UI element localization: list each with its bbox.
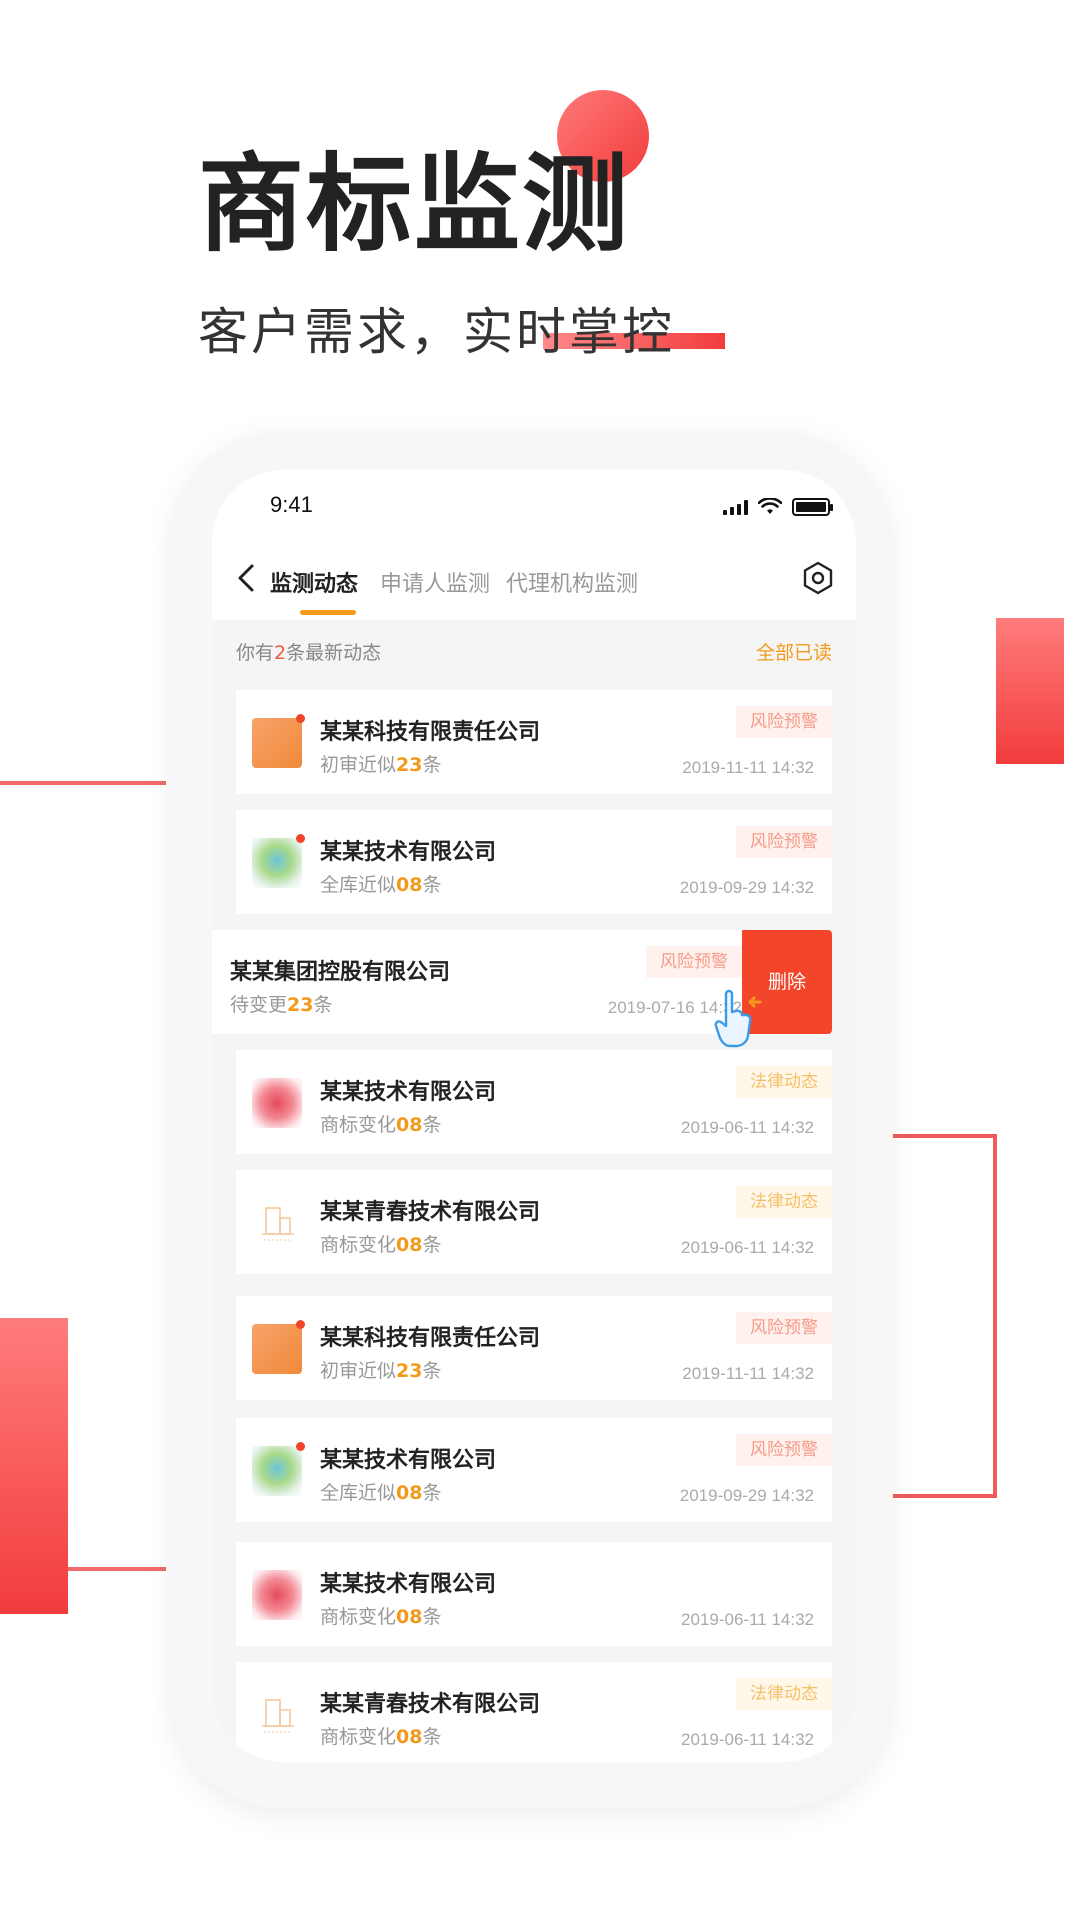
tab-applicant-monitor[interactable]: 申请人监测 (380, 566, 490, 598)
decorative-line (0, 781, 166, 785)
list-item[interactable]: 某某技术有限公司 全库近似08条 风险预警 2019-09-29 14:32 (236, 1418, 832, 1522)
company-name: 某某科技有限责任公司 (320, 1326, 541, 1351)
chevron-left-icon[interactable] (226, 558, 266, 598)
signal-icon (723, 499, 748, 515)
list-item[interactable]: 某某青春技术有限公司 商标变化08条 法律动态 2019-06-11 14:32 (236, 1170, 832, 1274)
list-item[interactable]: 某某技术有限公司 全库近似08条 风险预警 2019-09-29 14:32 (236, 810, 832, 914)
timestamp: 2019-09-29 14:32 (679, 1486, 814, 1505)
nav-bar: 监测动态 申请人监测 代理机构监测 (212, 540, 856, 620)
item-summary: 初审近似23条 (320, 754, 442, 776)
timestamp: 2019-06-11 14:32 (681, 1730, 814, 1749)
risk-tag: 风险预警 (736, 826, 832, 858)
company-logo (252, 1324, 302, 1374)
list-item[interactable]: 某某科技有限责任公司 初审近似23条 风险预警 2019-11-11 14:32 (236, 1296, 832, 1400)
company-logo (252, 718, 302, 768)
list-item-swiped[interactable]: 某某集团控股有限公司 待变更23条 风险预警 2019-07-16 14:32 … (212, 930, 832, 1048)
building-icon (252, 1690, 302, 1740)
hexagon-settings-icon[interactable] (798, 558, 838, 598)
risk-tag: 风险预警 (736, 1434, 832, 1466)
item-summary: 商标变化08条 (320, 1606, 442, 1628)
timestamp: 2019-06-11 14:32 (681, 1238, 814, 1257)
decorative-line (68, 1567, 166, 1571)
notice-bar: 你有2条最新动态 全部已读 (212, 620, 856, 678)
item-summary: 商标变化08条 (320, 1114, 442, 1136)
item-summary: 全库近似08条 (320, 874, 442, 896)
timestamp: 2019-09-29 14:32 (679, 878, 814, 897)
timestamp: 2019-11-11 14:32 (682, 758, 814, 777)
phone-screen: 9:41 监测动态 申请人监测 代理机构监测 你有2条最新动态 全部已读 某某科… (212, 470, 856, 1762)
company-name: 某某青春技术有限公司 (320, 1692, 541, 1717)
promo-title: 商标监测 (198, 143, 630, 266)
company-name: 某某技术有限公司 (320, 1572, 497, 1597)
decorative-bar (996, 618, 1064, 764)
law-tag: 法律动态 (736, 1678, 832, 1710)
company-logo (252, 1446, 302, 1496)
status-bar: 9:41 (212, 470, 856, 540)
promo-subtitle: 客户需求，实时掌控 (198, 303, 675, 361)
unread-dot (296, 1320, 305, 1329)
status-time: 9:41 (270, 492, 313, 517)
unread-dot (296, 714, 305, 723)
company-name: 某某集团控股有限公司 (230, 960, 451, 985)
item-summary: 商标变化08条 (320, 1726, 442, 1748)
law-tag: 法律动态 (736, 1066, 832, 1098)
list-item[interactable]: 某某青春技术有限公司 商标变化08条 法律动态 2019-06-11 14:32 (236, 1662, 832, 1762)
risk-tag: 风险预警 (736, 706, 832, 738)
list-item[interactable]: 某某技术有限公司 商标变化08条 法律动态 2019-06-11 14:32 (236, 1050, 832, 1154)
list-item[interactable]: 某某科技有限责任公司 初审近似23条 风险预警 2019-11-11 14:32 (236, 690, 832, 794)
company-logo (252, 838, 302, 888)
company-name: 某某科技有限责任公司 (320, 720, 541, 745)
battery-icon (792, 498, 833, 516)
company-logo (252, 1078, 302, 1128)
item-summary: 初审近似23条 (320, 1360, 442, 1382)
item-summary: 全库近似08条 (320, 1482, 442, 1504)
decorative-bar (0, 1318, 68, 1614)
risk-tag: 风险预警 (736, 1312, 832, 1344)
status-icons (723, 498, 833, 516)
decorative-bracket (893, 1134, 997, 1498)
mark-all-read-button[interactable]: 全部已读 (756, 638, 832, 665)
company-name: 某某青春技术有限公司 (320, 1200, 541, 1225)
law-tag: 法律动态 (736, 1186, 832, 1218)
item-summary: 待变更23条 (230, 994, 333, 1016)
notice-count: 2 (274, 642, 287, 664)
tab-monitor-updates[interactable]: 监测动态 (270, 566, 358, 598)
timestamp: 2019-06-11 14:32 (681, 1610, 814, 1629)
timestamp: 2019-06-11 14:32 (681, 1118, 814, 1137)
wifi-icon (758, 498, 782, 514)
item-summary: 商标变化08条 (320, 1234, 442, 1256)
unread-dot (296, 834, 305, 843)
tab-indicator (300, 610, 356, 615)
tab-agency-monitor[interactable]: 代理机构监测 (506, 566, 638, 598)
company-logo (252, 1570, 302, 1620)
building-icon (252, 1198, 302, 1248)
risk-tag: 风险预警 (646, 946, 742, 978)
company-name: 某某技术有限公司 (320, 1448, 497, 1473)
company-name: 某某技术有限公司 (320, 1080, 497, 1105)
timestamp: 2019-11-11 14:32 (682, 1364, 814, 1383)
hand-pointer-icon (714, 989, 762, 1048)
notice-text: 你有2条最新动态 (236, 642, 382, 664)
company-name: 某某技术有限公司 (320, 840, 497, 865)
unread-dot (296, 1442, 305, 1451)
list-item[interactable]: 某某技术有限公司 商标变化08条 2019-06-11 14:32 (236, 1542, 832, 1646)
